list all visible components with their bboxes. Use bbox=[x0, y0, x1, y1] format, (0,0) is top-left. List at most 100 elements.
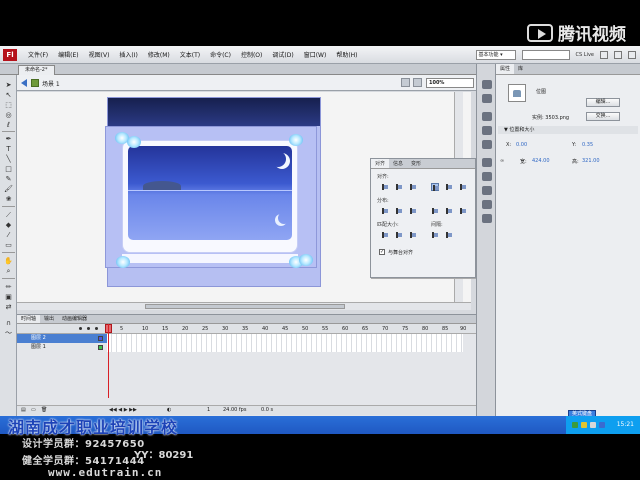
menu-insert[interactable]: 插入(I) bbox=[114, 50, 142, 59]
info-panel-icon[interactable] bbox=[482, 126, 492, 135]
edit-symbol-icon[interactable] bbox=[413, 78, 422, 87]
tray-icon[interactable] bbox=[572, 422, 578, 428]
history-panel-icon[interactable] bbox=[482, 214, 492, 223]
deco-tool-icon[interactable]: ❀ bbox=[4, 195, 13, 203]
cs-live-button[interactable]: CS Live bbox=[576, 52, 594, 58]
y-value[interactable]: 0.35 bbox=[582, 142, 593, 148]
height-value[interactable]: 321.00 bbox=[582, 158, 600, 164]
align-top-button[interactable] bbox=[431, 183, 439, 191]
tray-icon[interactable] bbox=[590, 422, 596, 428]
brush-tool-icon[interactable]: 🖌 bbox=[4, 185, 13, 193]
align-to-stage-checkbox[interactable]: ✓ bbox=[379, 249, 385, 255]
layer-row-1[interactable]: 图层 1 bbox=[17, 343, 107, 352]
lock-icon[interactable] bbox=[87, 327, 90, 330]
align-right-button[interactable] bbox=[409, 183, 417, 191]
swatches-panel-icon[interactable] bbox=[482, 94, 492, 103]
motion-presets-icon[interactable] bbox=[482, 172, 492, 181]
free-transform-tool-icon[interactable]: ⬚ bbox=[4, 101, 13, 109]
distribute-left-button[interactable] bbox=[431, 207, 439, 215]
tab-properties[interactable]: 属性 bbox=[496, 64, 515, 74]
line-tool-icon[interactable]: ╲ bbox=[4, 155, 13, 163]
components-panel-icon[interactable] bbox=[482, 158, 492, 167]
tab-transform[interactable]: 变形 bbox=[407, 159, 425, 168]
edit-button[interactable]: 编辑... bbox=[586, 98, 620, 107]
new-folder-icon[interactable]: ▭ bbox=[31, 407, 36, 413]
tab-motion-editor[interactable]: 动画编辑器 bbox=[58, 315, 91, 323]
edit-scene-icon[interactable] bbox=[401, 78, 410, 87]
document-tab[interactable]: 未命名-2* bbox=[18, 65, 55, 75]
menu-help[interactable]: 帮助(H) bbox=[331, 50, 362, 59]
layer-color-swatch[interactable] bbox=[98, 336, 103, 341]
layer-row-2[interactable]: 图层 2 bbox=[17, 334, 107, 343]
tray-icon[interactable] bbox=[599, 422, 605, 428]
align-left-button[interactable] bbox=[381, 183, 389, 191]
stroke-color-icon[interactable]: ✏ bbox=[4, 283, 13, 291]
align-hcenter-button[interactable] bbox=[395, 183, 403, 191]
minimize-button[interactable] bbox=[600, 50, 608, 59]
delete-layer-icon[interactable]: 🗑 bbox=[41, 407, 47, 413]
paint-bucket-tool-icon[interactable]: ◆ bbox=[4, 221, 13, 229]
color-panel-icon[interactable] bbox=[482, 80, 492, 89]
space-horizontal-button[interactable] bbox=[445, 231, 453, 239]
menu-modify[interactable]: 修改(M) bbox=[143, 50, 175, 59]
zoom-tool-icon[interactable]: ⌕ bbox=[4, 267, 13, 275]
pencil-tool-icon[interactable]: ✎ bbox=[4, 175, 13, 183]
snap-option-icon[interactable]: ∩ bbox=[4, 319, 13, 327]
lasso-tool-icon[interactable]: ℓ bbox=[4, 121, 13, 129]
eyedropper-tool-icon[interactable]: ⁄ bbox=[4, 231, 13, 239]
hand-tool-icon[interactable]: ✋ bbox=[4, 257, 13, 265]
match-both-button[interactable] bbox=[409, 231, 417, 239]
swap-colors-icon[interactable]: ⇄ bbox=[4, 303, 13, 311]
picture-frame[interactable] bbox=[122, 140, 298, 253]
menu-text[interactable]: 文本(T) bbox=[175, 50, 205, 59]
layer-name[interactable]: 图层 1 bbox=[31, 344, 46, 350]
tab-info[interactable]: 信息 bbox=[389, 159, 407, 168]
transform-panel-icon[interactable] bbox=[482, 140, 492, 149]
position-size-section[interactable]: ▼ 位置和大小 bbox=[498, 126, 638, 134]
link-icon[interactable]: ∞ bbox=[500, 158, 504, 164]
frame-grid[interactable] bbox=[107, 334, 463, 352]
tab-output[interactable]: 输出 bbox=[40, 315, 58, 323]
menu-debug[interactable]: 调试(D) bbox=[267, 50, 298, 59]
align-panel-icon[interactable] bbox=[482, 112, 492, 121]
menu-window[interactable]: 窗口(W) bbox=[299, 50, 332, 59]
x-value[interactable]: 0.00 bbox=[516, 142, 527, 148]
tab-library[interactable]: 库 bbox=[514, 64, 527, 74]
distribute-right-button[interactable] bbox=[459, 207, 467, 215]
menu-view[interactable]: 视图(V) bbox=[84, 50, 115, 59]
match-height-button[interactable] bbox=[395, 231, 403, 239]
subselection-tool-icon[interactable]: ↖ bbox=[4, 91, 13, 99]
fill-color-icon[interactable]: ▣ bbox=[4, 293, 13, 301]
tab-timeline[interactable]: 时间轴 bbox=[17, 315, 41, 323]
menu-control[interactable]: 控制(O) bbox=[236, 50, 267, 59]
3d-rotation-tool-icon[interactable]: ◎ bbox=[4, 111, 13, 119]
distribute-top-button[interactable] bbox=[381, 207, 389, 215]
rectangle-tool-icon[interactable]: □ bbox=[4, 165, 13, 173]
eraser-tool-icon[interactable]: ▭ bbox=[4, 241, 13, 249]
frame-rate[interactable]: 24.00 fps bbox=[223, 407, 246, 413]
swap-button[interactable]: 交换... bbox=[586, 112, 620, 121]
width-value[interactable]: 424.00 bbox=[532, 158, 550, 164]
bone-tool-icon[interactable]: ⟋ bbox=[4, 211, 13, 219]
onion-skin-icon[interactable]: ◐ bbox=[167, 407, 171, 413]
align-vcenter-button[interactable] bbox=[445, 183, 453, 191]
text-tool-icon[interactable]: T bbox=[4, 145, 13, 153]
zoom-select[interactable]: 100% bbox=[426, 78, 474, 88]
stage-horizontal-scrollbar[interactable] bbox=[17, 302, 471, 310]
scroll-thumb[interactable] bbox=[145, 304, 345, 309]
new-layer-icon[interactable]: ▤ bbox=[21, 407, 26, 413]
playback-controls[interactable]: ◀◀ ◀ ▶ ▶▶ bbox=[109, 407, 137, 413]
menu-file[interactable]: 文件(F) bbox=[23, 50, 53, 59]
tab-align[interactable]: 对齐 bbox=[371, 159, 390, 168]
selection-tool-icon[interactable]: ➤ bbox=[4, 81, 13, 89]
distribute-vcenter-button[interactable] bbox=[395, 207, 403, 215]
close-button[interactable] bbox=[628, 50, 636, 59]
outline-icon[interactable] bbox=[95, 327, 98, 330]
smooth-option-icon[interactable]: ～ bbox=[4, 329, 13, 337]
scene-label[interactable]: 场景 1 bbox=[42, 79, 60, 88]
back-arrow-icon[interactable] bbox=[21, 79, 27, 87]
actions-panel-icon[interactable] bbox=[482, 200, 492, 209]
maximize-button[interactable] bbox=[614, 50, 622, 59]
layer-color-swatch[interactable] bbox=[98, 345, 103, 350]
tray-icon[interactable] bbox=[581, 422, 587, 428]
